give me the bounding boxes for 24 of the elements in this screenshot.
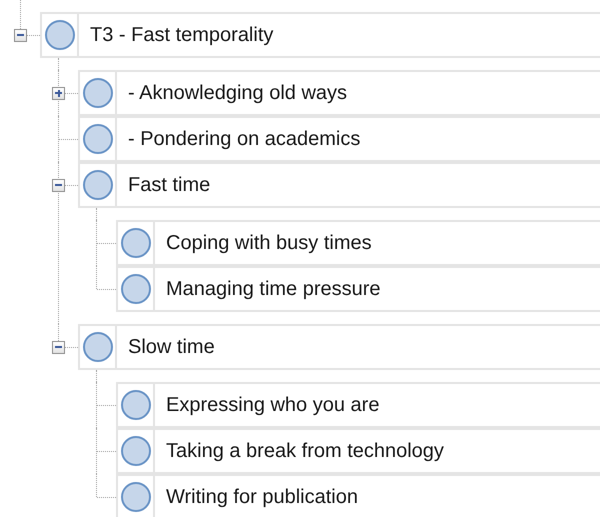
node-label: Taking a break from technology [166,439,444,464]
tree-row[interactable]: T3 - Fast temporality [40,12,600,58]
tree-row[interactable]: Expressing who you are [116,382,600,428]
tree-row[interactable]: Writing for publication [116,474,600,517]
expand-toggle[interactable] [52,178,65,192]
tree-row[interactable]: Taking a break from technology [116,428,600,474]
expand-toggle[interactable] [52,86,65,100]
tree-row[interactable]: - Pondering on academics [78,116,600,162]
node-label: Expressing who you are [166,393,380,418]
tree-row[interactable]: Managing time pressure [116,266,600,312]
tree-row[interactable]: - Aknowledging old ways [78,70,600,116]
expand-toggle[interactable] [52,340,65,354]
node-label: T3 - Fast temporality [90,23,274,48]
node-label: - Pondering on academics [128,127,360,152]
tree-row[interactable]: Slow time [78,324,600,370]
expand-toggle[interactable] [14,28,27,42]
node-label: Managing time pressure [166,277,381,302]
node-label: Fast time [128,173,210,198]
tree-row[interactable]: Fast time [78,162,600,208]
node-label: - Aknowledging old ways [128,81,348,106]
node-label: Slow time [128,335,215,360]
tree-row[interactable]: Coping with busy times [116,220,600,266]
node-label: Writing for publication [166,485,358,510]
node-label: Coping with busy times [166,231,372,256]
